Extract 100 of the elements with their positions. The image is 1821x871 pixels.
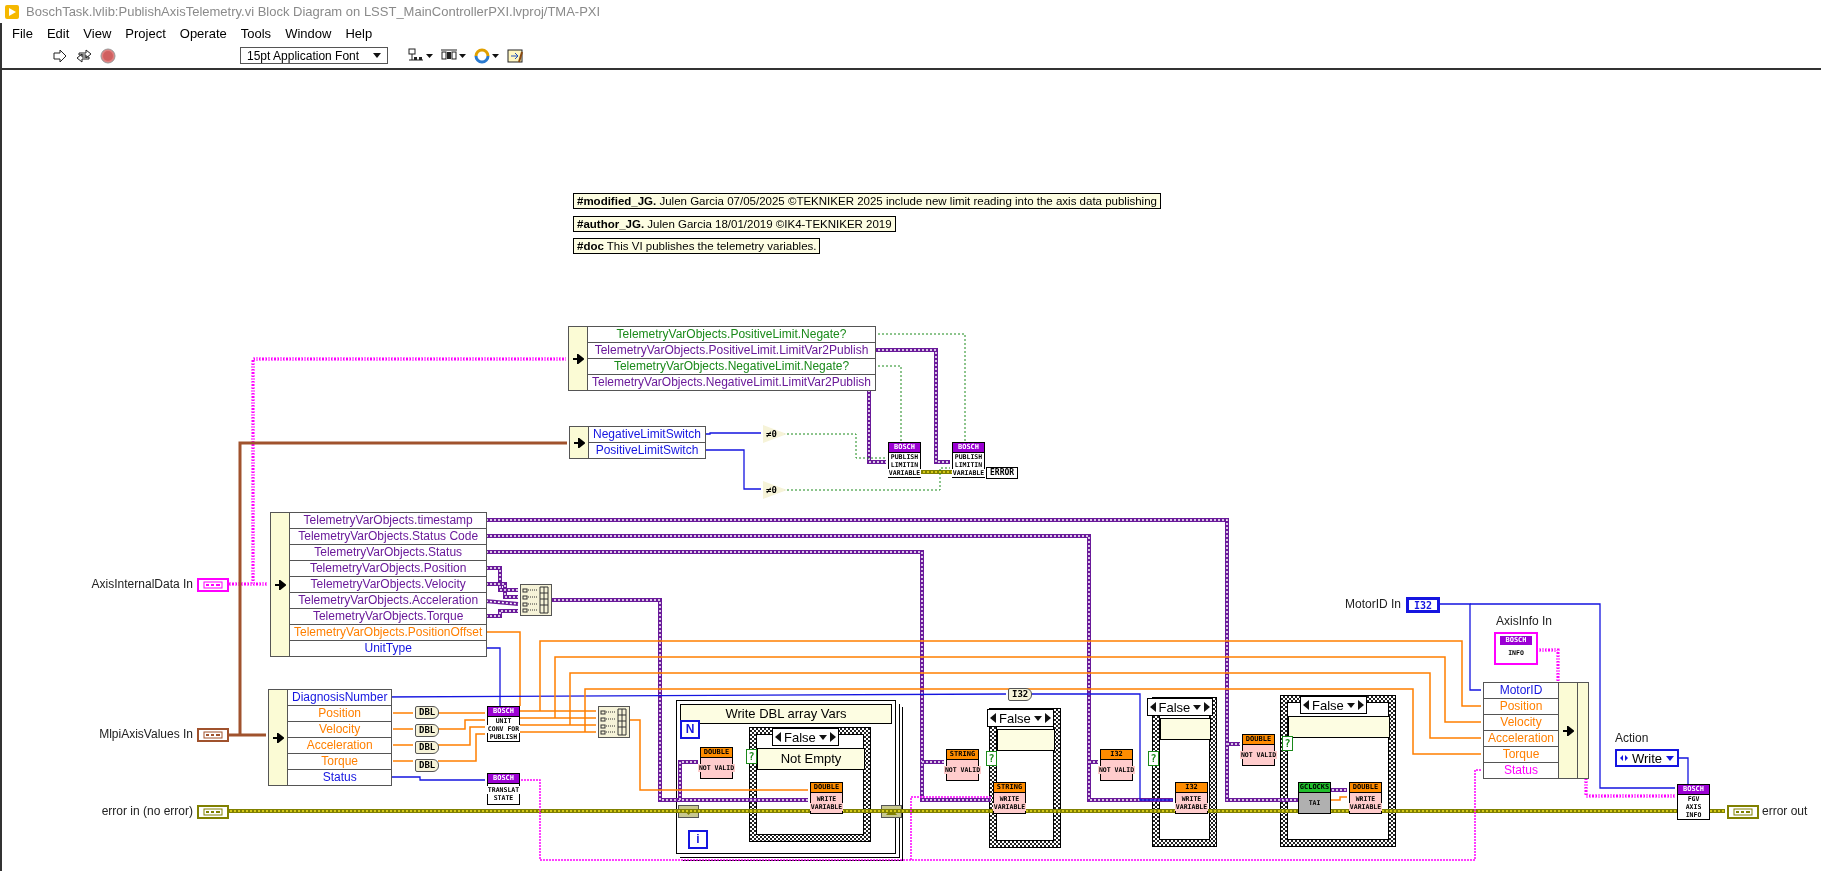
comment-text: #modified_JG. Julen Garcia 07/05/2025 ©TEKNIKER 2025 include new limit reading into the axis data publishing [573, 193, 1161, 209]
run-continuously-icon[interactable] [76, 47, 92, 64]
terminal-label: Action [1615, 731, 1649, 745]
cluster-element: Status [1503, 763, 1540, 778]
cluster-element: TelemetryVarObjects.Acceleration [290, 593, 487, 609]
comment-text: #doc This VI publishes the telemetry variables. [573, 238, 821, 254]
label-background [997, 729, 1055, 751]
cluster-element: TelemetryVarObjects.Velocity [290, 577, 487, 593]
caret-icon[interactable] [459, 53, 467, 58]
arrow-icon [573, 437, 585, 448]
caret-icon[interactable] [1193, 704, 1202, 710]
reorder-icon[interactable] [474, 47, 492, 64]
cluster-element: DiagnosisNumber [288, 690, 392, 706]
terminal-label: error out [1762, 804, 1808, 818]
cluster-element: Position [288, 706, 392, 722]
menu-item[interactable]: File [5, 25, 40, 41]
comment-text: #author_JG. Julen Garcia 18/01/2019 ©IK4-TEKNIKER 2019 [573, 216, 896, 232]
case-selector[interactable]: False [1300, 696, 1367, 714]
cluster-element: TelemetryVarObjects.PositiveLimit.LimitVar2Publish [588, 343, 875, 359]
abort-icon[interactable] [100, 47, 116, 64]
menu-item[interactable]: View [76, 25, 119, 41]
cluster-element: Torque [288, 754, 392, 770]
arrow-icon [274, 579, 286, 590]
left-arrow-icon[interactable] [990, 713, 996, 723]
left-arrow-icon[interactable] [1303, 700, 1309, 710]
conversion-node: DBL [415, 759, 440, 772]
cluster-element: Status [321, 770, 358, 785]
arrow-icon [272, 732, 284, 743]
caret-icon[interactable] [492, 53, 500, 58]
caret-icon[interactable] [1346, 702, 1355, 708]
right-arrow-icon[interactable] [829, 732, 836, 742]
arrow-icon [1562, 725, 1574, 736]
cluster-element: Velocity [288, 722, 392, 738]
comparator-node: ≠0 [763, 425, 787, 443]
case-selector[interactable]: False [772, 728, 839, 746]
cluster-element: TelemetryVarObjects.Torque [290, 609, 487, 625]
cluster-element: Acceleration [288, 738, 392, 754]
enum-constant[interactable]: Write [1615, 749, 1680, 767]
cluster-element: TelemetryVarObjects.NegativeLimit.Negate? [588, 359, 875, 375]
caret-icon[interactable] [1666, 755, 1675, 761]
cluster-element: NegativeLimitSwitch [589, 427, 706, 443]
label-background [1160, 718, 1211, 740]
run-icon[interactable] [52, 47, 68, 64]
terminal-label: AxisInfo In [1496, 614, 1553, 628]
cleanup-icon[interactable] [507, 47, 525, 64]
cluster-icon [203, 808, 223, 816]
subdiagram-label: Write DBL array Vars [680, 704, 892, 724]
build-array-icon [598, 706, 630, 738]
align-icon[interactable] [408, 47, 426, 64]
menu-item[interactable]: Project [118, 25, 173, 41]
left-arrow-icon[interactable] [775, 732, 781, 742]
cluster-element: UnitType [363, 641, 413, 656]
caret-icon [373, 53, 382, 58]
increment-icon[interactable] [1620, 754, 1628, 762]
cluster-element: TelemetryVarObjects.Status [290, 545, 487, 561]
cluster-element: TelemetryVarObjects.PositionOffset [290, 625, 487, 641]
menu-item[interactable]: Window [278, 25, 339, 41]
menu-item[interactable]: Tools [233, 25, 279, 41]
left-arrow-icon[interactable] [1149, 702, 1156, 712]
iteration-terminal: i [688, 830, 708, 849]
selector-terminal: ? [746, 749, 757, 764]
caret-icon[interactable] [1033, 715, 1042, 721]
cluster-element: TelemetryVarObjects.PositiveLimit.Negate? [588, 327, 875, 343]
selector-terminal: ? [1148, 751, 1159, 766]
cluster-element: TelemetryVarObjects.Status Code [290, 529, 487, 545]
right-arrow-icon[interactable] [1357, 700, 1364, 710]
conversion-node: DBL [415, 741, 440, 754]
selector-terminal: ? [986, 751, 997, 766]
error-constant: ERROR [986, 467, 1019, 479]
cluster-element: PositiveLimitSwitch [594, 443, 700, 458]
build-array-icon [520, 584, 552, 616]
terminal-label: MotorID In [1345, 597, 1401, 611]
count-terminal: N [680, 720, 700, 739]
subdiagram-label: Not Empty [757, 748, 865, 770]
menu-item[interactable]: Operate [172, 25, 234, 41]
menu-item[interactable]: Edit [39, 25, 77, 41]
conversion-node: I32 [1008, 688, 1033, 701]
cluster-icon [203, 581, 223, 589]
caret-icon[interactable] [818, 734, 827, 740]
terminal-label: error in (no error) [101, 804, 193, 818]
font-dropdown[interactable]: 15pt Application Font [240, 47, 389, 64]
selector-terminal: ? [1282, 736, 1293, 751]
terminal-label: AxisInternalData In [91, 577, 193, 591]
menu-item[interactable]: Help [338, 25, 380, 41]
cluster-element: TelemetryVarObjects.NegativeLimit.LimitVar2Publish [591, 375, 872, 390]
cluster-icon [1733, 808, 1753, 816]
case-selector[interactable]: False [987, 709, 1054, 727]
numeric-terminal: I32 [1406, 597, 1441, 613]
app-icon [4, 3, 20, 20]
caret-icon[interactable] [426, 53, 434, 58]
conversion-node: DBL [415, 706, 440, 719]
conversion-node: DBL [415, 724, 440, 737]
case-selector[interactable]: False [1146, 698, 1214, 716]
window-title: BoschTask.lvlib:PublishAxisTelemetry.vi Block Diagram on LSST_MainControllerPXI.lvproj/TMA-PXI [26, 4, 601, 19]
right-arrow-icon[interactable] [1204, 702, 1211, 712]
comparator-node: ≠0 [763, 481, 787, 499]
cluster-element: TelemetryVarObjects.timestamp [290, 513, 487, 529]
cluster-element: TelemetryVarObjects.Position [290, 561, 487, 577]
right-arrow-icon[interactable] [1044, 713, 1051, 723]
terminal-label: MlpiAxisValues In [99, 727, 193, 741]
